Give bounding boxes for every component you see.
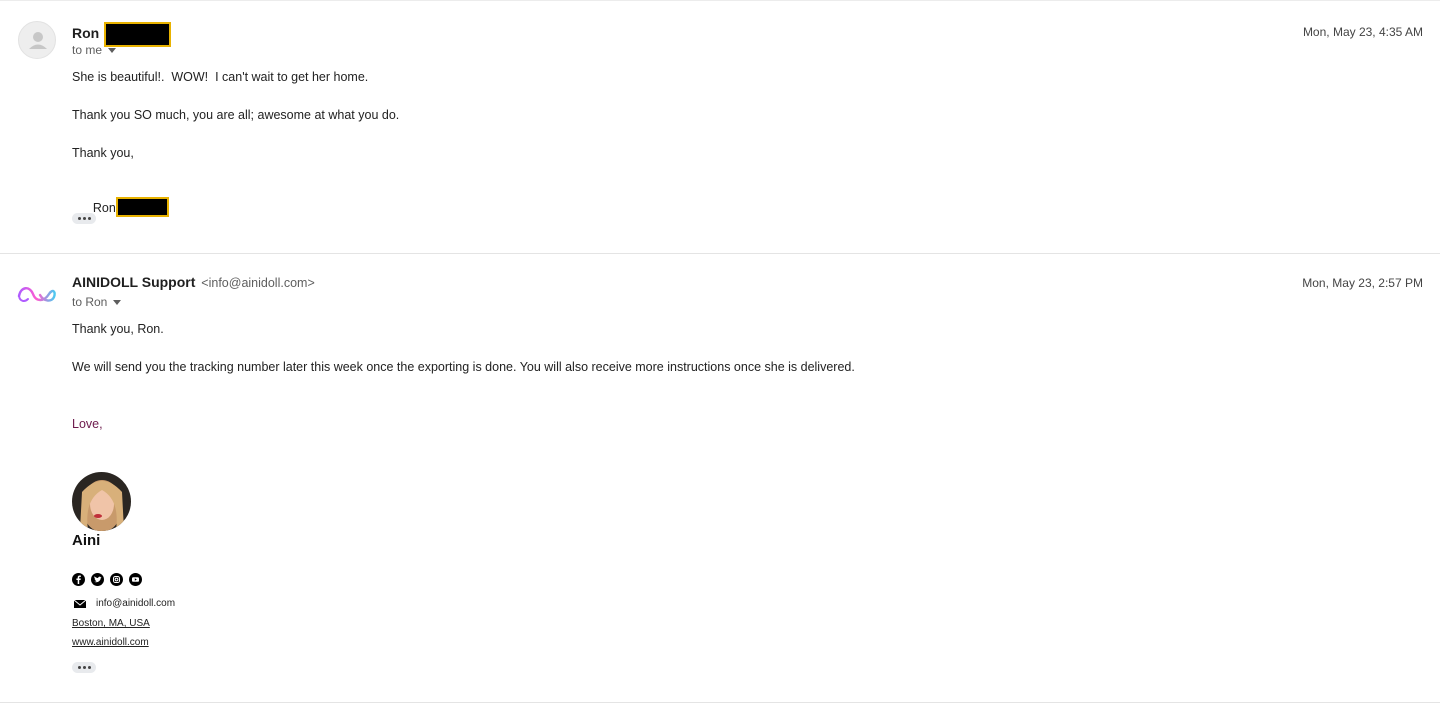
body-line: She is beautiful!. WOW! I can't wait to … <box>72 70 369 84</box>
social-links <box>72 573 142 586</box>
show-trimmed-button[interactable] <box>72 213 96 224</box>
message-date: Mon, May 23, 4:35 AM <box>1302 25 1423 39</box>
sender-name[interactable]: AINIDOLL Support <info@ainidoll.com> <box>72 274 315 290</box>
signoff-name: Ron <box>92 201 116 215</box>
body-line: Thank you SO much, you are all; awesome … <box>72 108 400 122</box>
sender-name-text: Ron <box>72 25 100 42</box>
signature-name: Aini <box>72 532 101 549</box>
instagram-icon[interactable] <box>110 573 123 586</box>
caret-down-icon <box>108 48 117 54</box>
body-line: Thank you, Ron. <box>72 322 164 336</box>
message-ainidoll[interactable]: AINIDOLL Support <info@ainidoll.com> to … <box>0 254 1440 703</box>
sender-name-text: AINIDOLL Support <box>72 274 196 290</box>
ainidoll-logo-icon[interactable] <box>16 280 58 308</box>
recipient-text: to Ron <box>72 295 108 309</box>
default-avatar-icon[interactable] <box>18 21 56 59</box>
redaction-box <box>115 197 169 217</box>
show-trimmed-button[interactable] <box>72 662 96 673</box>
body-line: We will send you the tracking number lat… <box>72 360 855 374</box>
recipient-text: to me <box>72 43 103 57</box>
recipient-toggle[interactable]: to Ron <box>72 295 122 309</box>
facebook-icon[interactable] <box>72 573 85 586</box>
envelope-icon <box>73 596 87 608</box>
signature-avatar <box>72 472 131 531</box>
caret-down-icon <box>113 300 122 306</box>
email-thread: Ron to me Mon, May 23, 4:35 AM She is be… <box>0 0 1440 703</box>
youtube-icon[interactable] <box>129 573 142 586</box>
closing-line: Love, <box>72 417 103 431</box>
message-ron[interactable]: Ron to me Mon, May 23, 4:35 AM She is be… <box>0 0 1440 254</box>
signature-email[interactable]: info@ainidoll.com <box>96 598 175 609</box>
body-line: Thank you, <box>72 146 134 160</box>
signature-website-link[interactable]: www.ainidoll.com <box>72 637 149 648</box>
signature-location-link[interactable]: Boston, MA, USA <box>72 618 150 629</box>
twitter-icon[interactable] <box>91 573 104 586</box>
message-date: Mon, May 23, 2:57 PM <box>1302 276 1423 290</box>
sender-email: <info@ainidoll.com> <box>201 276 315 290</box>
recipient-toggle[interactable]: to me <box>72 43 117 57</box>
